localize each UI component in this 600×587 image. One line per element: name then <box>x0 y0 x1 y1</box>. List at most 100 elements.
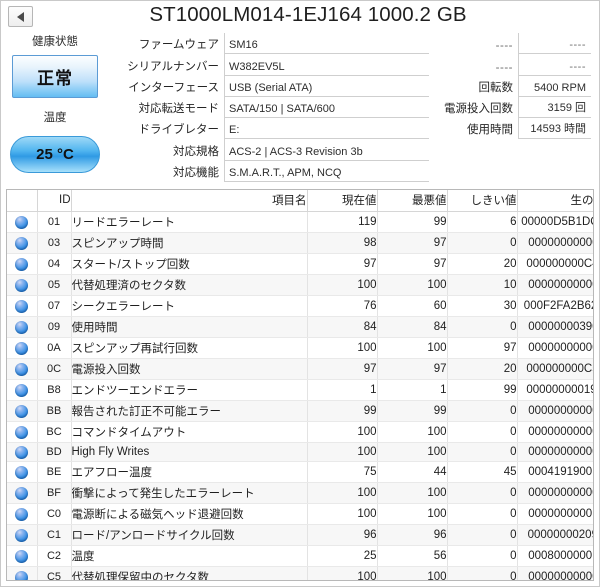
table-row[interactable]: BB報告された訂正不可能エラー99990000000000001 <box>7 400 593 422</box>
info-value-interface: USB (Serial ATA) <box>224 75 429 97</box>
info-row-features: 対応機能 S.M.A.R.T., APM, NCQ <box>111 160 429 183</box>
cell-name: スピンアップ時間 <box>70 232 307 254</box>
info-row-blank-2: ---- ---- <box>431 54 591 76</box>
cell-worst: 99 <box>376 400 447 422</box>
table-row[interactable]: BCコマンドタイムアウト1001000000000000000 <box>7 421 593 443</box>
status-sphere-blue-icon <box>7 461 37 483</box>
table-row[interactable]: BDHigh Fly Writes1001000000000000000 <box>7 442 593 462</box>
cell-threshold: 0 <box>446 421 517 443</box>
cell-raw: 000000000000 <box>516 442 593 462</box>
cell-id: 01 <box>36 211 71 233</box>
status-sphere-blue-icon <box>7 503 37 525</box>
temperature-value: 25 °C <box>36 146 74 163</box>
table-header-row: ID 項目名 現在値 最悪値 しきい値 生の値 <box>7 190 593 212</box>
info-value-transfer-mode: SATA/150 | SATA/600 <box>224 96 429 119</box>
column-header-threshold[interactable]: しきい値 <box>446 190 517 212</box>
cell-id: C2 <box>36 545 71 567</box>
info-label-rotation-rate: 回転数 <box>478 81 514 94</box>
cell-threshold: 0 <box>446 442 517 462</box>
cell-worst: 97 <box>376 232 447 254</box>
drive-info-right-list: ---- ---- ---- ---- 回転数 5400 RPM 電源投入回数 … <box>431 33 591 140</box>
cell-id: C5 <box>36 566 71 580</box>
table-row[interactable]: 09使用時間84840000000003901 <box>7 316 593 338</box>
table-row[interactable]: C0電源断による磁気ヘッド退避回数1001000000000000015 <box>7 503 593 525</box>
info-value-blank-2: ---- <box>518 54 591 76</box>
cell-threshold: 0 <box>446 503 517 525</box>
info-label-power-on-hours: 使用時間 <box>467 124 513 137</box>
cell-name: High Fly Writes <box>70 442 307 462</box>
table-row[interactable]: 0C電源投入回数979720000000000C57 <box>7 358 593 380</box>
cell-raw: 000419190019 <box>516 461 593 483</box>
table-row[interactable]: C5代替処理保留中のセクタ数1001000000000000000 <box>7 566 593 580</box>
info-value-blank-1: ---- <box>518 33 591 55</box>
cell-threshold: 6 <box>446 211 517 233</box>
cell-raw: 00000D5B1DC0 <box>516 211 593 233</box>
cell-id: 05 <box>36 274 71 296</box>
cell-name: シークエラーレート <box>70 295 307 317</box>
temperature-label: 温度 <box>43 112 67 124</box>
health-status-badge[interactable]: 正常 <box>12 55 98 98</box>
cell-threshold: 45 <box>446 461 517 483</box>
cell-worst: 100 <box>376 337 447 359</box>
cell-worst: 100 <box>376 421 447 443</box>
cell-current: 97 <box>306 358 377 380</box>
cell-threshold: 0 <box>446 524 517 546</box>
cell-name: 使用時間 <box>70 316 307 338</box>
column-header-worst[interactable]: 最悪値 <box>376 190 447 212</box>
column-header-status[interactable] <box>7 190 37 212</box>
cell-threshold: 20 <box>446 358 517 380</box>
cell-worst: 100 <box>376 482 447 504</box>
status-sphere-blue-icon <box>7 545 37 567</box>
status-sphere-blue-icon <box>7 524 37 546</box>
cell-raw: 00000000209F <box>516 524 593 546</box>
info-value-firmware: SM16 <box>224 33 429 55</box>
table-row[interactable]: 04スタート/ストップ回数979720000000000C47 <box>7 253 593 275</box>
status-sphere-blue-icon <box>7 337 37 359</box>
cell-name: 報告された訂正不可能エラー <box>70 400 307 422</box>
cell-threshold: 0 <box>446 482 517 504</box>
cell-raw: 000000000000 <box>516 274 593 296</box>
info-label-features: 対応機能 <box>173 167 219 180</box>
table-row[interactable]: C1ロード/アンロードサイクル回数9696000000000209F <box>7 524 593 546</box>
column-header-raw[interactable]: 生の値 <box>516 190 593 212</box>
table-row[interactable]: 07シークエラーレート766030000F2FA2B62B <box>7 295 593 317</box>
status-sphere-blue-icon <box>7 316 37 338</box>
column-header-current[interactable]: 現在値 <box>306 190 377 212</box>
temperature-badge[interactable]: 25 °C <box>10 136 100 173</box>
table-row[interactable]: 0Aスピンアップ再試行回数10010097000000000000 <box>7 337 593 359</box>
info-label-transfer-mode: 対応転送モード <box>138 103 220 116</box>
cell-threshold: 30 <box>446 295 517 317</box>
info-row-interface: インターフェース USB (Serial ATA) <box>111 75 429 97</box>
cell-name: リードエラーレート <box>70 211 307 233</box>
cell-current: 75 <box>306 461 377 483</box>
cell-current: 98 <box>306 232 377 254</box>
table-row[interactable]: 05代替処理済のセクタ数10010010000000000000 <box>7 274 593 296</box>
cell-id: 0A <box>36 337 71 359</box>
column-header-id[interactable]: ID <box>36 190 71 212</box>
cell-worst: 100 <box>376 566 447 580</box>
cell-name: 衝撃によって発生したエラーレート <box>70 482 307 504</box>
cell-threshold: 0 <box>446 316 517 338</box>
cell-worst: 84 <box>376 316 447 338</box>
cell-name: スタート/ストップ回数 <box>70 253 307 275</box>
cell-id: BB <box>36 400 71 422</box>
cell-current: 97 <box>306 253 377 275</box>
table-row[interactable]: 01リードエラーレート11999600000D5B1DC0 <box>7 211 593 233</box>
table-row[interactable]: BF衝撃によって発生したエラーレート1001000000000000000 <box>7 482 593 504</box>
table-row[interactable]: B8エンドツーエンドエラー119900000000019C <box>7 379 593 401</box>
smart-attributes-panel[interactable]: ID 項目名 現在値 最悪値 しきい値 生の値 01リードエラーレート11999… <box>6 189 594 581</box>
status-sphere-blue-icon <box>7 253 37 275</box>
info-label-standard: 対応規格 <box>173 145 219 158</box>
drive-info-left-list: ファームウェア SM16 シリアルナンバー W382EV5L インターフェース … <box>111 33 429 183</box>
status-sphere-blue-icon <box>7 274 37 296</box>
health-status-value: 正常 <box>37 69 73 88</box>
table-row[interactable]: C2温度25560000800000019 <box>7 545 593 567</box>
info-label-power-on-count: 電源投入回数 <box>444 103 513 116</box>
column-header-name[interactable]: 項目名 <box>70 190 307 212</box>
cell-raw: 000000000000 <box>516 566 593 580</box>
info-label-serial-number: シリアルナンバー <box>127 60 219 73</box>
cell-id: BD <box>36 442 71 462</box>
info-value-standard: ACS-2 | ACS-3 Revision 3b <box>224 139 429 161</box>
table-row[interactable]: BEエアフロー温度754445000419190019 <box>7 461 593 483</box>
table-row[interactable]: 03スピンアップ時間98970000000000000 <box>7 232 593 254</box>
